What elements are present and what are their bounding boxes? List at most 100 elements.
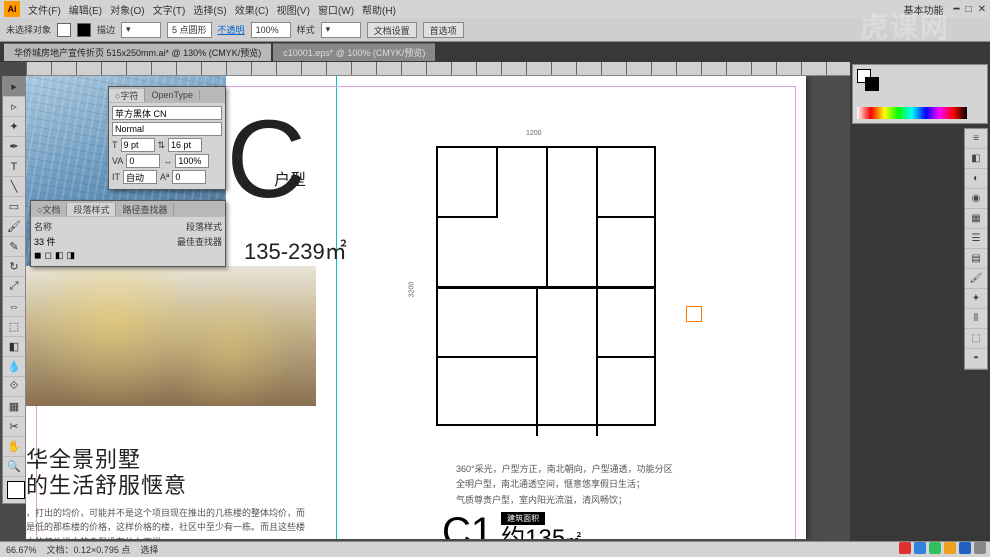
leading-field[interactable]: 16 pt — [168, 138, 202, 152]
transparency-panel-icon[interactable]: ◐ — [965, 169, 987, 189]
brush-dropdown[interactable]: 5 点圆形 — [167, 22, 212, 38]
body-text[interactable]: ，打出的均价，可能并不是这个项目现在推出的几栋楼的整体均价，而是低的那栋楼的价格… — [26, 506, 306, 539]
menu-object[interactable]: 对象(O) — [110, 2, 144, 17]
menu-file[interactable]: 文件(F) — [28, 2, 61, 17]
align-panel-icon[interactable]: ⫴ — [965, 309, 987, 329]
symbols-panel-icon[interactable]: ✦ — [965, 289, 987, 309]
transform-panel-icon[interactable]: ⬚ — [965, 329, 987, 349]
magic-wand-tool[interactable]: ✦ — [3, 117, 25, 137]
hand-tool[interactable]: ✋ — [3, 437, 25, 457]
description-block[interactable]: 360°采光，户型方正，南北朝向，户型通透，功能分区 全明户型，南北通透空间，惬… — [456, 462, 673, 508]
type-tool[interactable]: T — [3, 157, 25, 177]
color-spectrum[interactable] — [857, 107, 967, 119]
selection-tool[interactable]: ▸ — [3, 77, 25, 97]
stroke-label: 描边 — [97, 23, 115, 36]
para-style-tab[interactable]: 段落样式 — [67, 203, 116, 216]
floor-plan[interactable]: 1200 3200 — [426, 136, 666, 436]
font-weight-field[interactable]: Normal — [112, 122, 222, 136]
menu-type[interactable]: 文字(T) — [153, 2, 186, 17]
menu-view[interactable]: 视图(V) — [277, 2, 310, 17]
c1-block[interactable]: C1 建筑面积 约135㎡ 三房两厅两卫 — [442, 512, 581, 539]
kerning-icon: VA — [112, 156, 123, 166]
menu-window[interactable]: 窗口(W) — [318, 2, 354, 17]
doc-tab-active[interactable]: 华侨城房地产宣传折页 515x250mm.ai* @ 130% (CMYK/预览… — [4, 43, 271, 61]
interior-photo[interactable] — [26, 266, 316, 406]
eyedropper-tool[interactable]: 💧 — [3, 357, 25, 377]
zoom-tool[interactable]: 🔍 — [3, 457, 25, 477]
free-transform-tool[interactable]: ⬚ — [3, 317, 25, 337]
horizontal-ruler[interactable] — [26, 62, 850, 76]
fill-swatch[interactable] — [57, 23, 71, 37]
brush-tool[interactable]: 🖌 — [3, 217, 25, 237]
direct-select-tool[interactable]: ▹ — [3, 97, 25, 117]
preferences-button[interactable]: 首选项 — [423, 22, 464, 38]
window-max-icon[interactable]: □ — [966, 4, 972, 15]
gradient-tool[interactable]: ◧ — [3, 337, 25, 357]
slice-tool[interactable]: ✂ — [3, 417, 25, 437]
pathfinder-unite-icon[interactable]: ◼ — [34, 250, 41, 261]
width-tool[interactable]: ⇔ — [3, 297, 25, 317]
pathfinder-panel-icon[interactable]: ◓ — [965, 349, 987, 369]
stroke-weight-dropdown[interactable]: ▾ — [121, 22, 161, 38]
brushes-panel-icon[interactable]: 🖌 — [965, 269, 987, 289]
gradient-panel-icon[interactable]: ◧ — [965, 149, 987, 169]
appearance-panel-icon[interactable]: ◉ — [965, 189, 987, 209]
artboard-tool[interactable]: ▦ — [3, 397, 25, 417]
tray-icon[interactable] — [914, 542, 926, 554]
color-stroke-icon[interactable] — [865, 77, 879, 91]
stroke-panel-icon[interactable]: ≡ — [965, 129, 987, 149]
tray-icon[interactable] — [899, 542, 911, 554]
style-dropdown[interactable]: ▾ — [321, 22, 361, 38]
character-panel[interactable]: ○字符 OpenType 苹方黑体 CN Normal T9 pt ⇅16 pt… — [108, 86, 226, 190]
paragraph-panel[interactable]: ○文档 段落样式 路径查找器 名称 段落样式 33 件 最佳查找器 ◼ ◻ ◧ … — [30, 200, 226, 267]
tray-icon[interactable] — [944, 542, 956, 554]
opacity-label[interactable]: 不透明 — [218, 23, 245, 36]
font-size-field[interactable]: 9 pt — [121, 138, 155, 152]
pathfinder-minus-icon[interactable]: ◻ — [44, 250, 51, 261]
font-family-field[interactable]: 苹方黑体 CN — [112, 106, 222, 120]
window-close-icon[interactable]: ✕ — [978, 4, 986, 15]
graphic-styles-panel-icon[interactable]: ▦ — [965, 209, 987, 229]
line-tool[interactable]: ╲ — [3, 177, 25, 197]
kerning-field[interactable]: 0 — [126, 154, 160, 168]
pen-tool[interactable]: ✒ — [3, 137, 25, 157]
menu-edit[interactable]: 编辑(E) — [69, 2, 102, 17]
tray-icon[interactable] — [929, 542, 941, 554]
menu-help[interactable]: 帮助(H) — [362, 2, 396, 17]
stroke-swatch[interactable] — [77, 23, 91, 37]
selection-marker[interactable] — [686, 306, 702, 322]
swatches-panel-icon[interactable]: ▤ — [965, 249, 987, 269]
pathfinder-tab[interactable]: 路径查找器 — [116, 203, 174, 216]
desc-line-3: 气质尊贵户型，室内阳光流溢，清风畅饮； — [456, 493, 673, 508]
tracking-field[interactable]: 100% — [175, 154, 209, 168]
baseline-field[interactable]: 0 — [172, 170, 206, 184]
area-range[interactable]: 135-239㎡ — [244, 234, 347, 266]
layers-panel-icon[interactable]: ☰ — [965, 229, 987, 249]
big-letter-c[interactable]: C — [227, 116, 306, 204]
opacity-field[interactable]: 100% — [251, 22, 291, 38]
char-tab[interactable]: ○字符 — [109, 89, 145, 102]
window-min-icon[interactable]: ━ — [954, 4, 960, 15]
zoom-level[interactable]: 66.67% — [6, 545, 37, 555]
pencil-tool[interactable]: ✎ — [3, 237, 25, 257]
scale-tool[interactable]: ⤢ — [3, 277, 25, 297]
rotate-tool[interactable]: ↻ — [3, 257, 25, 277]
tray-icon[interactable] — [974, 542, 986, 554]
headline-2[interactable]: 的生活舒服惬意 — [26, 468, 187, 500]
vscale-field[interactable]: 自动 — [123, 170, 157, 184]
opentype-tab[interactable]: OpenType — [145, 90, 200, 100]
pathfinder-intersect-icon[interactable]: ◧ — [55, 250, 64, 261]
fill-stroke-swatches[interactable] — [3, 477, 25, 503]
blend-tool[interactable]: ⟐ — [3, 377, 25, 397]
current-tool: 选择 — [140, 543, 158, 556]
doc-setup-button[interactable]: 文档设置 — [367, 22, 417, 38]
doc-tab[interactable]: ○文档 — [31, 203, 67, 216]
rectangle-tool[interactable]: ▭ — [3, 197, 25, 217]
unit-type-label[interactable]: 户型 — [274, 166, 306, 190]
menu-effect[interactable]: 效果(C) — [235, 2, 269, 17]
doc-tab-inactive[interactable]: c10001.eps* @ 100% (CMYK/预览) — [273, 43, 435, 61]
tray-icon[interactable] — [959, 542, 971, 554]
menu-select[interactable]: 选择(S) — [193, 2, 226, 17]
color-panel[interactable] — [852, 64, 988, 124]
pathfinder-exclude-icon[interactable]: ◨ — [66, 250, 75, 261]
